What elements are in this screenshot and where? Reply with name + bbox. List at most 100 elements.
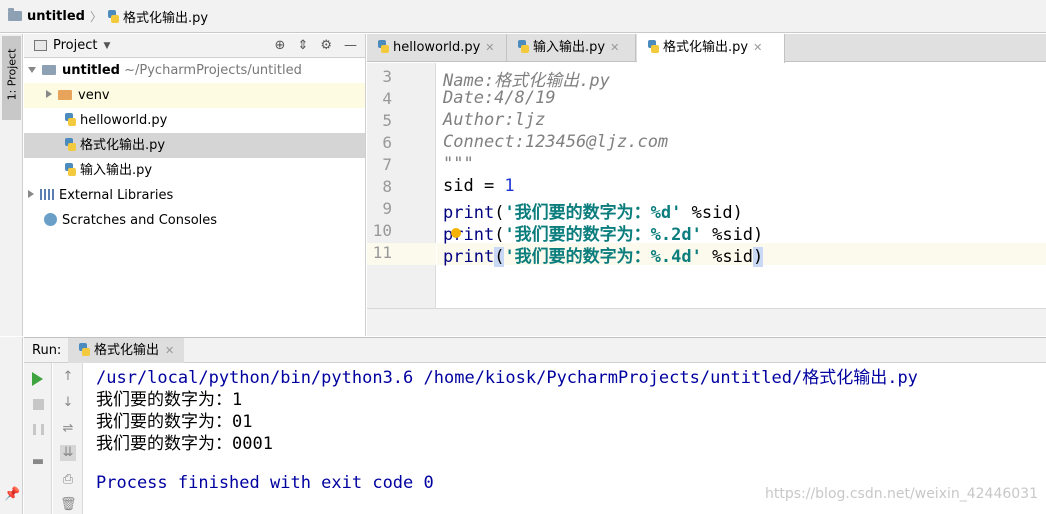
- project-panel-tools: ⊕ ⇕ ⚙ —: [275, 38, 357, 53]
- code-token: 1: [504, 176, 515, 196]
- line-number: 4: [382, 89, 392, 108]
- code-line: Date:4/8/19: [443, 88, 556, 108]
- layout-icon[interactable]: ▬: [30, 454, 46, 470]
- project-panel-header: Project ▼ ⊕ ⇕ ⚙ —: [24, 34, 365, 58]
- line-number-gutter: 3 4 5 6 7 8 9 10 11: [367, 63, 436, 308]
- run-console[interactable]: /usr/local/python/bin/python3.6 /home/ki…: [84, 363, 1046, 514]
- code-line: """: [443, 154, 474, 174]
- tree-item-label: 格式化输出.py: [80, 138, 166, 153]
- run-toolbar: ▬: [24, 363, 52, 514]
- line-number: 6: [382, 133, 392, 152]
- tab-label: 格式化输出.py: [663, 40, 749, 55]
- tree-item-scratches[interactable]: Scratches and Consoles: [24, 208, 365, 233]
- ide-window: untitled 〉 格式化输出.py 1: Project Project ▼…: [0, 0, 1046, 514]
- run-panel-header: Run: 格式化输出 ✕: [24, 337, 1046, 363]
- code-line: print('我们要的数字为：%.4d' %sid): [443, 242, 764, 267]
- line-number: 8: [382, 177, 392, 196]
- tab-label: 输入输出.py: [533, 40, 606, 55]
- close-icon[interactable]: ✕: [485, 41, 494, 54]
- chevron-right-icon[interactable]: [28, 190, 34, 198]
- python-file-icon: [64, 113, 77, 126]
- code-editor[interactable]: Name:格式化输出.py Date:4/8/19 Author:ljz Con…: [437, 63, 1046, 308]
- tree-item-label: Scratches and Consoles: [62, 213, 218, 228]
- close-icon[interactable]: ✕: [753, 41, 762, 54]
- python-file-icon: [517, 40, 530, 53]
- close-icon[interactable]: ✕: [165, 344, 174, 357]
- tree-item-label: helloworld.py: [80, 113, 168, 128]
- pause-icon[interactable]: [33, 424, 44, 435]
- editor-footer: [367, 308, 1046, 336]
- chevron-down-icon[interactable]: [28, 67, 36, 73]
- editor-tab-bar: helloworld.py ✕ 输入输出.py ✕ 格式化输出.py ✕: [367, 34, 1046, 63]
- minimize-icon[interactable]: —: [344, 38, 357, 53]
- scroll-to-end-icon[interactable]: ⇊: [60, 445, 76, 461]
- breadcrumb-project[interactable]: untitled: [27, 9, 85, 24]
- trash-icon[interactable]: 🗑: [60, 497, 77, 513]
- run-output-toolbar: ↑ ↓ ⇌ ⇊ ⎙ 🗑: [53, 363, 83, 514]
- tree-item-path: ~/PycharmProjects/untitled: [124, 63, 302, 78]
- code-line: sid = 1: [443, 176, 515, 196]
- run-tab[interactable]: 格式化输出 ✕: [68, 338, 185, 363]
- gear-icon[interactable]: ⚙: [320, 38, 332, 53]
- project-view-selector[interactable]: Project: [53, 38, 97, 53]
- library-icon: [40, 189, 54, 200]
- code-line: Connect:123456@ljz.com: [443, 132, 669, 152]
- tree-item-label: venv: [78, 88, 110, 103]
- soft-wrap-icon[interactable]: ⇌: [60, 421, 76, 437]
- code-token: '我们要的数字为：%.4d': [504, 247, 702, 267]
- tree-item-untitled[interactable]: untitled ~/PycharmProjects/untitled: [24, 58, 365, 83]
- code-token: print: [443, 247, 495, 267]
- tab-input-output[interactable]: 输入输出.py ✕: [507, 34, 636, 62]
- tree-item-helloworld[interactable]: helloworld.py: [24, 108, 365, 133]
- tab-helloworld[interactable]: helloworld.py ✕: [367, 34, 507, 62]
- print-icon[interactable]: ⎙: [60, 472, 76, 488]
- python-file-icon: [78, 343, 91, 356]
- line-number: 11: [372, 243, 392, 262]
- tree-item-format-output[interactable]: 格式化输出.py: [24, 133, 365, 158]
- stop-icon[interactable]: [33, 399, 44, 410]
- breadcrumb-file[interactable]: 格式化输出.py: [123, 7, 208, 26]
- pin-icon[interactable]: 📌: [4, 487, 20, 503]
- collapse-all-icon[interactable]: ⇕: [297, 38, 308, 53]
- scratches-icon: [44, 213, 57, 226]
- python-file-icon: [64, 163, 77, 176]
- chevron-down-icon[interactable]: ▼: [103, 41, 110, 51]
- line-number: 9: [382, 199, 392, 218]
- project-view-icon: [34, 40, 47, 51]
- navigation-bar: untitled 〉 格式化输出.py: [0, 0, 1046, 33]
- line-number: 10: [372, 221, 392, 240]
- run-label: Run:: [32, 343, 62, 358]
- folder-icon: [42, 65, 56, 75]
- tree-item-label: untitled: [62, 63, 120, 78]
- console-line: Process finished with exit code 0: [96, 473, 434, 493]
- arrow-down-icon[interactable]: ↓: [60, 395, 76, 411]
- chevron-right-icon: 〉: [89, 9, 102, 24]
- tree-item-external-libraries[interactable]: External Libraries: [24, 183, 365, 208]
- python-file-icon: [647, 40, 660, 53]
- left-tool-stripe-bottom: 📌: [0, 337, 23, 514]
- watermark: https://blog.csdn.net/weixin_42446031: [764, 486, 1038, 502]
- tab-format-output[interactable]: 格式化输出.py ✕: [637, 34, 785, 63]
- rerun-icon[interactable]: [32, 372, 43, 386]
- tree-item-label: External Libraries: [59, 188, 174, 203]
- console-line: 我们要的数字为：0001: [96, 434, 273, 454]
- code-line: Author:ljz: [443, 110, 546, 130]
- tree-item-input-output[interactable]: 输入输出.py: [24, 158, 365, 183]
- project-panel: Project ▼ ⊕ ⇕ ⚙ — untitled ~/PycharmProj…: [24, 34, 366, 336]
- arrow-up-icon[interactable]: ↑: [60, 369, 76, 385]
- line-number: 5: [382, 111, 392, 130]
- locate-icon[interactable]: ⊕: [275, 38, 286, 53]
- run-tab-label: 格式化输出: [94, 343, 160, 358]
- tree-item-venv[interactable]: venv: [24, 83, 365, 108]
- tab-label: helloworld.py: [393, 40, 481, 55]
- code-token: (: [494, 247, 505, 267]
- folder-icon: [58, 90, 72, 100]
- intention-bulb-icon[interactable]: [451, 228, 461, 238]
- close-icon[interactable]: ✕: [610, 41, 619, 54]
- python-file-icon: [107, 9, 120, 23]
- python-file-icon: [64, 138, 77, 151]
- code-token: sid =: [443, 176, 505, 196]
- project-tool-tab[interactable]: 1: Project: [2, 36, 21, 120]
- project-tool-tab-label: 1: Project: [5, 48, 19, 101]
- chevron-right-icon[interactable]: [46, 90, 52, 98]
